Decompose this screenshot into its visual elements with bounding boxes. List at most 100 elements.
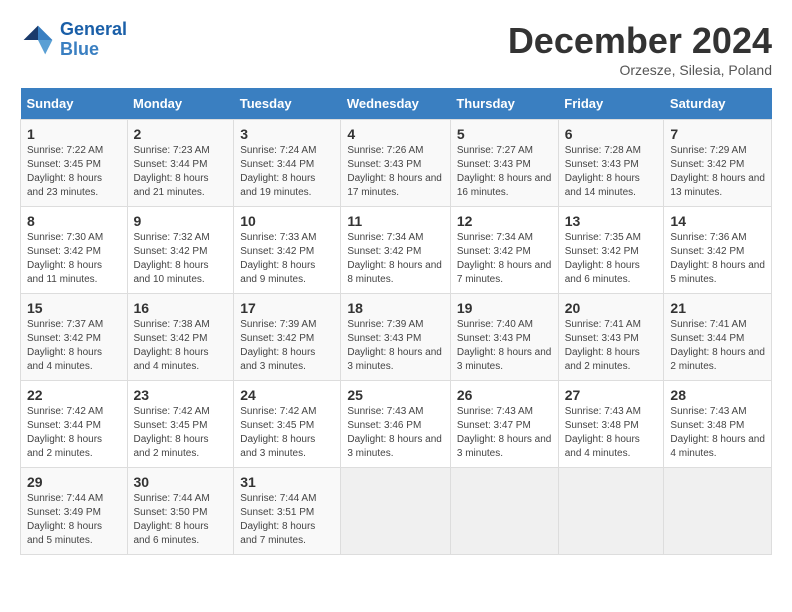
title-block: December 2024 Orzesze, Silesia, Poland <box>508 20 772 78</box>
calendar-week-row: 22 Sunrise: 7:42 AMSunset: 3:44 PMDayligh… <box>21 381 772 468</box>
day-number: 2 <box>134 126 228 142</box>
day-number: 20 <box>565 300 658 316</box>
day-number: 10 <box>240 213 334 229</box>
col-sunday: Sunday <box>21 88 128 120</box>
day-number: 17 <box>240 300 334 316</box>
day-info: Sunrise: 7:44 AMSunset: 3:49 PMDaylight:… <box>27 492 121 548</box>
day-info: Sunrise: 7:43 AMSunset: 3:46 PMDaylight:… <box>347 405 444 461</box>
day-number: 1 <box>27 126 121 142</box>
day-info: Sunrise: 7:41 AMSunset: 3:44 PMDaylight:… <box>670 318 765 374</box>
day-info: Sunrise: 7:35 AMSunset: 3:42 PMDaylight:… <box>565 231 658 287</box>
day-number: 30 <box>134 474 228 490</box>
calendar-cell: 28 Sunrise: 7:43 AMSunset: 3:48 PMDayligh… <box>664 381 772 468</box>
day-info: Sunrise: 7:43 AMSunset: 3:48 PMDaylight:… <box>565 405 658 461</box>
calendar-cell: 17 Sunrise: 7:39 AMSunset: 3:42 PMDayligh… <box>234 294 341 381</box>
calendar-cell <box>558 468 664 555</box>
day-info: Sunrise: 7:27 AMSunset: 3:43 PMDaylight:… <box>457 144 552 200</box>
day-info: Sunrise: 7:34 AMSunset: 3:42 PMDaylight:… <box>347 231 444 287</box>
calendar-cell: 27 Sunrise: 7:43 AMSunset: 3:48 PMDayligh… <box>558 381 664 468</box>
calendar-cell: 4Sunrise: 7:26 AMSunset: 3:43 PMDaylight… <box>341 120 451 207</box>
calendar-cell: 25 Sunrise: 7:43 AMSunset: 3:46 PMDayligh… <box>341 381 451 468</box>
calendar-week-row: 15Sunrise: 7:37 AMSunset: 3:42 PMDayligh… <box>21 294 772 381</box>
day-info: Sunrise: 7:38 AMSunset: 3:42 PMDaylight:… <box>134 318 228 374</box>
col-monday: Monday <box>127 88 234 120</box>
day-number: 14 <box>670 213 765 229</box>
logo-icon <box>20 22 56 58</box>
day-info: Sunrise: 7:26 AMSunset: 3:43 PMDaylight:… <box>347 144 444 200</box>
day-number: 31 <box>240 474 334 490</box>
calendar-cell: 18 Sunrise: 7:39 AMSunset: 3:43 PMDayligh… <box>341 294 451 381</box>
calendar-cell: 2 Sunrise: 7:23 AMSunset: 3:44 PMDaylight… <box>127 120 234 207</box>
day-number: 7 <box>670 126 765 142</box>
calendar-cell: 22 Sunrise: 7:42 AMSunset: 3:44 PMDayligh… <box>21 381 128 468</box>
day-number: 22 <box>27 387 121 403</box>
day-number: 18 <box>347 300 444 316</box>
col-friday: Friday <box>558 88 664 120</box>
day-number: 25 <box>347 387 444 403</box>
calendar-cell: 30 Sunrise: 7:44 AMSunset: 3:50 PMDayligh… <box>127 468 234 555</box>
calendar-cell: 14 Sunrise: 7:36 AMSunset: 3:42 PMDayligh… <box>664 207 772 294</box>
day-number: 13 <box>565 213 658 229</box>
day-number: 26 <box>457 387 552 403</box>
calendar-cell: 8Sunrise: 7:30 AMSunset: 3:42 PMDaylight… <box>21 207 128 294</box>
calendar-cell: 1Sunrise: 7:22 AMSunset: 3:45 PMDaylight… <box>21 120 128 207</box>
day-number: 28 <box>670 387 765 403</box>
day-info: Sunrise: 7:39 AMSunset: 3:42 PMDaylight:… <box>240 318 334 374</box>
day-info: Sunrise: 7:39 AMSunset: 3:43 PMDaylight:… <box>347 318 444 374</box>
col-saturday: Saturday <box>664 88 772 120</box>
day-number: 21 <box>670 300 765 316</box>
calendar-week-row: 1Sunrise: 7:22 AMSunset: 3:45 PMDaylight… <box>21 120 772 207</box>
calendar-table: Sunday Monday Tuesday Wednesday Thursday… <box>20 88 772 555</box>
location-subtitle: Orzesze, Silesia, Poland <box>508 62 772 78</box>
day-number: 23 <box>134 387 228 403</box>
calendar-cell: 5 Sunrise: 7:27 AMSunset: 3:43 PMDaylight… <box>450 120 558 207</box>
col-thursday: Thursday <box>450 88 558 120</box>
day-info: Sunrise: 7:43 AMSunset: 3:48 PMDaylight:… <box>670 405 765 461</box>
calendar-cell: 9Sunrise: 7:32 AMSunset: 3:42 PMDaylight… <box>127 207 234 294</box>
day-info: Sunrise: 7:33 AMSunset: 3:42 PMDaylight:… <box>240 231 334 287</box>
calendar-week-row: 8Sunrise: 7:30 AMSunset: 3:42 PMDaylight… <box>21 207 772 294</box>
calendar-cell: 24 Sunrise: 7:42 AMSunset: 3:45 PMDayligh… <box>234 381 341 468</box>
calendar-cell: 3Sunrise: 7:24 AMSunset: 3:44 PMDaylight… <box>234 120 341 207</box>
day-info: Sunrise: 7:44 AMSunset: 3:50 PMDaylight:… <box>134 492 228 548</box>
day-info: Sunrise: 7:42 AMSunset: 3:45 PMDaylight:… <box>134 405 228 461</box>
day-info: Sunrise: 7:23 AMSunset: 3:44 PMDaylight:… <box>134 144 228 200</box>
day-number: 5 <box>457 126 552 142</box>
calendar-cell: 15Sunrise: 7:37 AMSunset: 3:42 PMDayligh… <box>21 294 128 381</box>
day-number: 27 <box>565 387 658 403</box>
calendar-cell: 31 Sunrise: 7:44 AMSunset: 3:51 PMDayligh… <box>234 468 341 555</box>
page-header: General Blue December 2024 Orzesze, Sile… <box>20 20 772 78</box>
day-info: Sunrise: 7:28 AMSunset: 3:43 PMDaylight:… <box>565 144 658 200</box>
day-number: 19 <box>457 300 552 316</box>
calendar-cell: 6 Sunrise: 7:28 AMSunset: 3:43 PMDaylight… <box>558 120 664 207</box>
day-number: 29 <box>27 474 121 490</box>
calendar-cell: 26Sunrise: 7:43 AMSunset: 3:47 PMDayligh… <box>450 381 558 468</box>
day-info: Sunrise: 7:42 AMSunset: 3:44 PMDaylight:… <box>27 405 121 461</box>
day-info: Sunrise: 7:42 AMSunset: 3:45 PMDaylight:… <box>240 405 334 461</box>
calendar-cell: 16Sunrise: 7:38 AMSunset: 3:42 PMDayligh… <box>127 294 234 381</box>
day-number: 24 <box>240 387 334 403</box>
day-info: Sunrise: 7:32 AMSunset: 3:42 PMDaylight:… <box>134 231 228 287</box>
logo-text: General Blue <box>60 20 127 60</box>
calendar-cell: 29 Sunrise: 7:44 AMSunset: 3:49 PMDayligh… <box>21 468 128 555</box>
calendar-cell: 12Sunrise: 7:34 AMSunset: 3:42 PMDayligh… <box>450 207 558 294</box>
calendar-cell: 20Sunrise: 7:41 AMSunset: 3:43 PMDayligh… <box>558 294 664 381</box>
day-info: Sunrise: 7:29 AMSunset: 3:42 PMDaylight:… <box>670 144 765 200</box>
day-number: 11 <box>347 213 444 229</box>
calendar-cell: 10 Sunrise: 7:33 AMSunset: 3:42 PMDayligh… <box>234 207 341 294</box>
day-info: Sunrise: 7:36 AMSunset: 3:42 PMDaylight:… <box>670 231 765 287</box>
day-number: 15 <box>27 300 121 316</box>
day-info: Sunrise: 7:30 AMSunset: 3:42 PMDaylight:… <box>27 231 121 287</box>
day-number: 12 <box>457 213 552 229</box>
day-info: Sunrise: 7:44 AMSunset: 3:51 PMDaylight:… <box>240 492 334 548</box>
col-wednesday: Wednesday <box>341 88 451 120</box>
day-info: Sunrise: 7:40 AMSunset: 3:43 PMDaylight:… <box>457 318 552 374</box>
calendar-cell <box>341 468 451 555</box>
day-number: 6 <box>565 126 658 142</box>
logo: General Blue <box>20 20 127 60</box>
calendar-cell: 19 Sunrise: 7:40 AMSunset: 3:43 PMDayligh… <box>450 294 558 381</box>
calendar-cell: 7 Sunrise: 7:29 AMSunset: 3:42 PMDaylight… <box>664 120 772 207</box>
calendar-header-row: Sunday Monday Tuesday Wednesday Thursday… <box>21 88 772 120</box>
calendar-cell: 11 Sunrise: 7:34 AMSunset: 3:42 PMDayligh… <box>341 207 451 294</box>
day-number: 3 <box>240 126 334 142</box>
